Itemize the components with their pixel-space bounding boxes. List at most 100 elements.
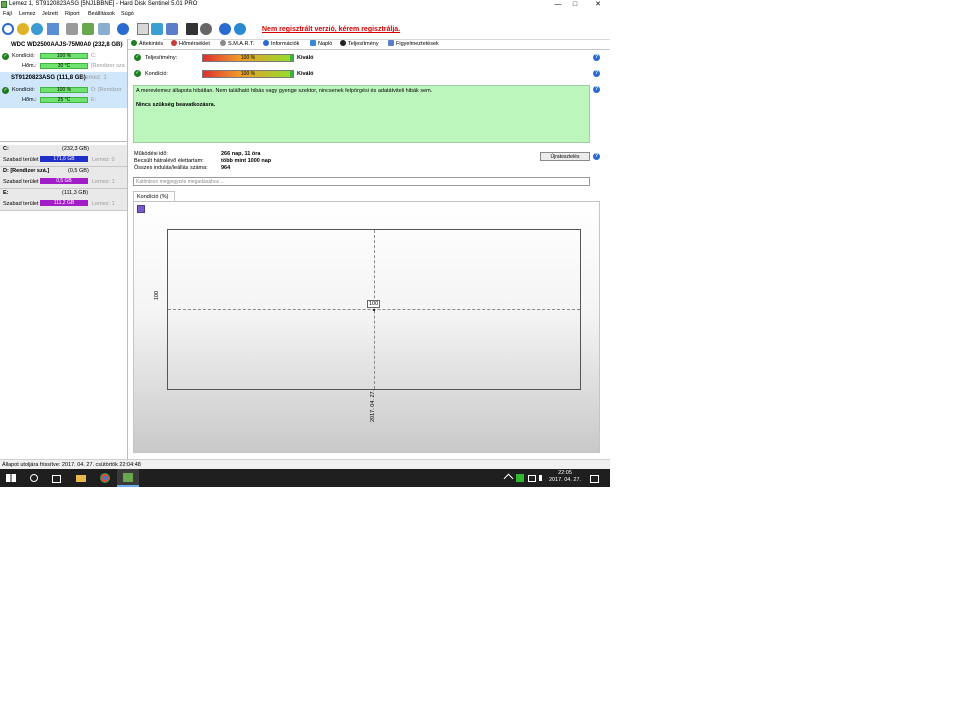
task-view-icon[interactable]	[52, 475, 61, 483]
health-text: Kiváló	[297, 71, 314, 77]
tab-information[interactable]: Információk	[263, 39, 299, 49]
disk-0-health-bar: 100 %	[40, 53, 88, 59]
document-icon[interactable]	[137, 23, 149, 35]
performance-text: Kiváló	[297, 55, 314, 61]
menu-settings[interactable]: Beállítások	[88, 11, 115, 17]
info-icon[interactable]	[234, 23, 246, 35]
sync-icon[interactable]	[151, 23, 163, 35]
help-icon[interactable]: ?	[593, 54, 600, 61]
volume-d[interactable]: D: [Rendizer szá.] (0,5 GB) Szabad terül…	[0, 167, 127, 189]
disk-1-temp-bar: 25 °C	[40, 97, 88, 103]
drive-icon[interactable]	[47, 23, 59, 35]
refresh-icon[interactable]	[2, 23, 14, 35]
title-bar: Lemez 1, ST9120823ASG [5NJ1BBNE] - Hard …	[0, 0, 610, 10]
tab-performance[interactable]: Teljesítmény	[340, 39, 379, 49]
disk-0-temp-bar: 30 °C	[40, 63, 88, 69]
check-icon	[131, 40, 137, 46]
volume-e-free-bar: 111,2 GB	[40, 200, 88, 206]
notification-icon[interactable]	[590, 475, 599, 483]
info-icon	[263, 40, 269, 46]
app-icon	[1, 1, 7, 8]
register-link[interactable]: Nem regisztrált verzió, kérem regisztrál…	[262, 26, 400, 33]
status-message: A merevlemez állapota hibátlan. Nem talá…	[136, 88, 433, 94]
status-action: Nincs szükség beavatkozásra.	[136, 102, 216, 108]
menu-help[interactable]: Súgó	[121, 11, 134, 17]
hd-sentinel-task[interactable]	[117, 469, 139, 487]
taskbar	[0, 469, 610, 487]
tab-overview[interactable]: Áttekintés	[131, 39, 164, 49]
data-label: 100	[367, 300, 381, 308]
export-icon[interactable]	[166, 23, 178, 35]
help-icon[interactable]: ?	[593, 86, 600, 93]
tray-sentinel-icon[interactable]	[516, 474, 524, 482]
note-placeholder: Kattintson megjegyzés megadásához ...	[136, 179, 225, 185]
help-icon[interactable]: ?	[593, 153, 600, 160]
data-point	[373, 309, 375, 311]
globe-icon[interactable]	[117, 23, 129, 35]
ok-icon: ✓	[2, 53, 9, 60]
ok-icon: ✓	[134, 54, 141, 61]
tab-temperature[interactable]: Hőmérséklet	[171, 39, 210, 49]
health-label: Kondíció:	[145, 71, 168, 77]
chevron-up-icon[interactable]	[503, 473, 514, 484]
last-update-text: Állapot utoljára frissítve: 2017. 04. 27…	[2, 462, 141, 468]
close-button[interactable]: ✕	[590, 0, 606, 10]
tab-alerts[interactable]: Figyelmeztetések	[388, 39, 439, 49]
disk-1-name: ST9120823ASG (111,8 GB)	[11, 75, 86, 81]
y-tick-label: 100	[154, 290, 160, 300]
test-icon[interactable]	[66, 23, 78, 35]
retest-button[interactable]: Újratesztelés	[540, 152, 590, 161]
menu-file[interactable]: Fájl	[3, 11, 12, 17]
network-icon[interactable]	[528, 475, 536, 482]
save-chart-icon[interactable]	[137, 205, 145, 213]
menu-report[interactable]: Riport	[65, 11, 80, 17]
tab-smart[interactable]: S.M.A.R.T.	[220, 39, 254, 49]
gear-icon[interactable]	[200, 23, 212, 35]
divider	[0, 141, 127, 142]
hd-sentinel-icon	[123, 473, 133, 482]
uptime-value: 266 nap, 11 óra	[221, 151, 261, 157]
volume-c-free-bar: 171,6 GB	[40, 156, 88, 162]
chrome-icon[interactable]	[100, 473, 110, 483]
disk-1-health-bar: 100 %	[40, 87, 88, 93]
tab-health-chart[interactable]: Kondíció (%)	[133, 191, 175, 201]
note-input[interactable]: Kattintson megjegyzés megadásához ...	[133, 177, 590, 186]
taskbar-clock[interactable]: 22:05 2017. 04. 27.	[545, 470, 585, 484]
help-icon[interactable]: ?	[593, 70, 600, 77]
health-bar: 100 %	[202, 70, 294, 78]
ok-icon: ✓	[2, 87, 9, 94]
report-icon[interactable]	[31, 23, 43, 35]
help-icon[interactable]	[219, 23, 231, 35]
remaining-lifetime-value: több mint 1000 nap	[221, 158, 272, 164]
tab-log[interactable]: Napló	[310, 39, 332, 49]
file-explorer-icon[interactable]	[76, 475, 86, 482]
maximize-button[interactable]: □	[567, 0, 583, 10]
start-stop-count-value: 964	[221, 165, 231, 171]
start-icon[interactable]	[6, 474, 16, 482]
chip-icon	[220, 40, 226, 46]
x-tick-label: 2017. 04. 27.	[370, 389, 376, 422]
monitor-icon[interactable]	[186, 23, 198, 35]
volume-c[interactable]: C: (232,3 GB) Szabad terület 171,6 GB Le…	[0, 145, 127, 167]
tab-bar: Áttekintés Hőmérséklet S.M.A.R.T. Inform…	[128, 39, 610, 50]
minimize-button[interactable]: —	[550, 0, 566, 10]
disk-0-header[interactable]: WDC WD2500AAJS-75M0A0 (232,8 GB) Le	[0, 41, 127, 50]
gauge-icon	[340, 40, 346, 46]
performance-label: Teljesítmény:	[145, 55, 178, 61]
search-icon[interactable]	[30, 474, 38, 482]
tools-icon[interactable]	[98, 23, 110, 35]
window-title: Lemez 1, ST9120823ASG [5NJ1BBNE] - Hard …	[9, 1, 198, 7]
log-icon	[310, 40, 316, 46]
surface-test-icon[interactable]	[82, 23, 94, 35]
alert-icon	[388, 40, 394, 46]
menu-bar: Fájl Lemez Jelzett Riport Beállítások Sú…	[0, 10, 610, 19]
menu-report-flag[interactable]: Jelzett	[42, 11, 58, 17]
disk-info-icon[interactable]	[17, 23, 29, 35]
menu-disk[interactable]: Lemez	[19, 11, 36, 17]
disk-0-name: WDC WD2500AAJS-75M0A0 (232,8 GB)	[11, 42, 123, 48]
ok-icon: ✓	[134, 70, 141, 77]
performance-bar: 100 %	[202, 54, 294, 62]
status-message-box: A merevlemez állapota hibátlan. Nem talá…	[133, 85, 590, 143]
volume-e[interactable]: E: (111,3 GB) Szabad terület 111,2 GB Le…	[0, 189, 127, 211]
disk-1-header[interactable]: ST9120823ASG (111,8 GB) Lemez: 1	[0, 74, 127, 83]
